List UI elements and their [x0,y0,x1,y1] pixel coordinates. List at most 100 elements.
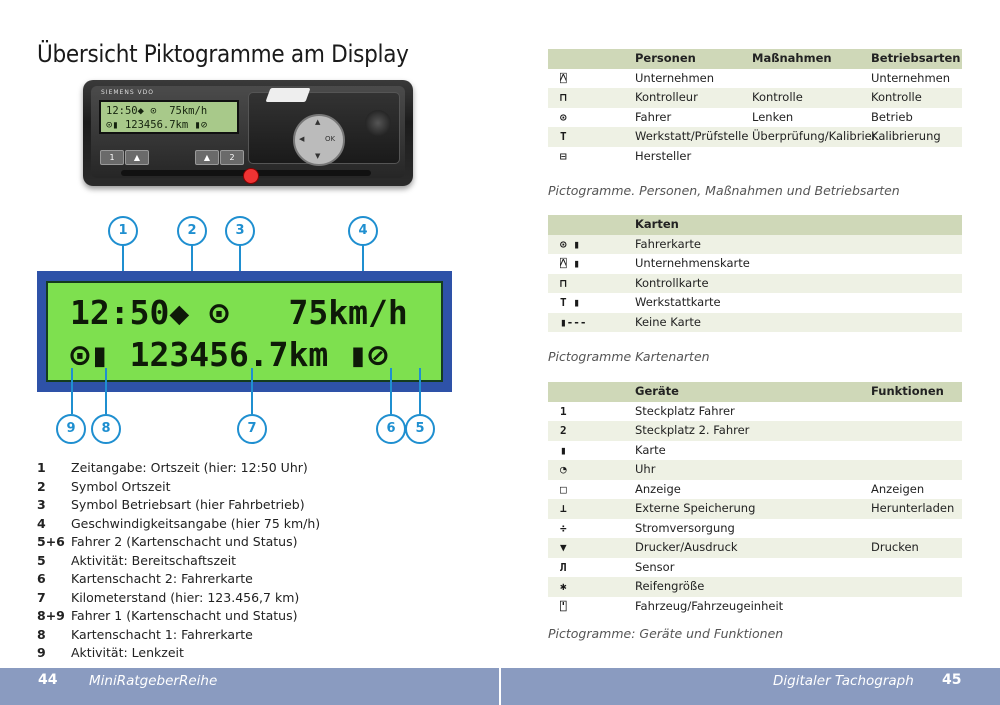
column-header: Maßnahmen [752,51,832,65]
table-row: ⊙ Fahrer Lenken Betrieb [548,108,962,128]
book-title: Digitaler Tachograph [773,673,914,689]
legend-item: 6 Kartenschacht 2: Fahrerkarte [37,570,457,589]
table-cell: Betrieb [871,109,913,124]
table-cell: Kontrolle [752,90,803,104]
legend-text: Symbol Ortszeit [71,478,171,494]
table-cell: Steckplatz 2. Fahrer [635,423,750,437]
table-header: Geräte Funktionen [548,382,962,402]
table-cell: Anzeige [635,481,681,496]
tachograph-device-photo: SIEMENS VDO 12:50◆ ⊙ 75km/h ⊙▮ 123456.7k… [83,80,413,190]
no-card-icon: ▮--- [560,315,587,329]
workshop-card-icon: T ▮ [560,296,580,309]
leader-line [105,368,107,414]
ok-label: OK [325,135,336,143]
table-row: ⍓ Unternehmen Unternehmen [548,69,962,89]
table-row: 1 Steckplatz Fahrer [548,402,962,422]
table-cell: Drucker/Ausdruck [635,540,738,554]
legend-item: 1 Zeitangabe: Ortszeit (hier: 12:50 Uhr) [37,459,457,478]
legend-item: 5+6 Fahrer 2 (Kartenschacht und Status) [37,533,457,552]
legend-number: 9 [37,645,46,660]
callout-7: 7 [237,414,267,444]
legend-text: Geschwindigkeitsangabe (hier 75 km/h) [71,515,321,531]
table-header: Karten [548,215,962,235]
card-icon: ▮ [560,443,567,457]
eject-icon: ▲ [125,150,149,165]
tyre-size-icon: ✱ [560,580,567,593]
device-display: 12:50◆ ⊙ 75km/h ⊙▮ 123456.7km ▮⊘ [99,100,239,134]
table-row: ⊓ Kontrollkarte [548,273,962,293]
table-row: ▮--- Keine Karte [548,312,962,332]
legend-number: 4 [37,515,46,531]
table-cell: Kontrolleur [635,90,698,104]
table-row: ▮ Karte [548,441,962,461]
red-indicator [243,168,259,184]
device-display-line1: 12:50◆ ⊙ 75km/h [106,105,208,117]
device-brand: SIEMENS VDO [101,89,154,96]
callout-1: 1 [108,216,138,246]
navigation-pad: ▲ ▼ ◀ OK [293,114,345,166]
table-row: T Werkstatt/Prüfstelle Überprüfung/Kalibri… [548,127,962,147]
lcd-line-2: ⊙▮ 123456.7km ▮⊘ [70,335,388,374]
device-knob [365,110,391,136]
legend-item: 2 Symbol Ortszeit [37,478,457,497]
page-number-left: 44 [38,672,58,688]
table-cell: Werkstattkarte [635,295,721,309]
table-header: Personen Maßnahmen Betriebsarten [548,49,962,69]
callout-4: 4 [348,216,378,246]
legend-text: Fahrer 1 (Kartenschacht und Status) [71,608,298,623]
table-cell: Fahrzeug/Fahrzeugeinheit [635,598,784,613]
table-cell: Unternehmen [871,70,951,85]
table-cell: Unternehmen [635,70,715,85]
table-cell: Stromversorgung [635,520,735,535]
sensor-icon: Л [560,560,567,574]
vehicle-unit-icon: ⍞ [560,599,567,613]
power-icon: ÷ [560,521,567,535]
legend-number: 6 [37,571,46,586]
table-cell: Anzeigen [871,481,925,496]
table-caption: Pictogramme. Personen, Maßnahmen und Bet… [548,183,900,198]
table-row: □ Anzeige Anzeigen [548,480,962,500]
legend-text: Kilometerstand (hier: 123.456,7 km) [71,589,300,605]
legend-text: Zeitangabe: Ortszeit (hier: 12:50 Uhr) [71,460,308,475]
table-cell: Hersteller [635,148,692,163]
legend-number: 2 [37,478,46,494]
legend-number: 1 [37,460,46,475]
lcd-screen: 12:50◆ ⊙ 75km/h ⊙▮ 123456.7km ▮⊘ [46,281,443,382]
table-row: ⊟ Hersteller [548,147,962,167]
legend-item: 4 Geschwindigkeitsangabe (hier 75 km/h) [37,515,457,534]
page-number-right: 45 [942,672,962,688]
table-cell: Karte [635,442,666,457]
clock-icon: ◔ [560,463,567,476]
legend-number: 3 [37,497,46,512]
callout-3: 3 [225,216,255,246]
company-icon: ⍓ [560,71,567,85]
table-caption: Pictogramme: Geräte und Funktionen [548,626,784,641]
legend-item: 8+9 Fahrer 1 (Kartenschacht und Status) [37,607,457,626]
leader-line [251,368,253,414]
legend-number: 8 [37,626,46,642]
legend-number: 5 [37,552,46,568]
legend-item: 9 Aktivität: Lenkzeit [37,644,457,663]
table-cell: Kalibrierung [871,129,941,143]
table-row: T ▮ Werkstattkarte [548,293,962,313]
legend-item: 5 Aktivität: Bereitschaftszeit [37,552,457,571]
legend-item: 8 Kartenschacht 1: Fahrerkarte [37,626,457,645]
download-icon: ⊥ [560,502,567,515]
leader-line [71,368,73,414]
table-caption: Pictogramme Kartenarten [548,349,710,364]
column-header: Karten [635,217,679,231]
device-button-2: 2 [220,150,244,165]
slot-2-icon: 2 [560,424,567,437]
callout-6: 6 [376,414,406,444]
table-cell: Keine Karte [635,314,701,329]
callout-9: 9 [56,414,86,444]
table-row: 2 Steckplatz 2. Fahrer [548,421,962,441]
table-cell: Externe Speicherung [635,501,756,515]
table-row: Л Sensor [548,558,962,578]
controller-icon: ⊓ [560,91,567,104]
footer: 44 MiniRatgeberReihe Digitaler Tachograp… [0,668,1000,705]
table-cell: Fahrer [635,109,672,124]
driver-card-icon: ⊙ ▮ [560,237,580,251]
leader-line [419,368,421,414]
table-cell: Unternehmenskarte [635,256,750,270]
